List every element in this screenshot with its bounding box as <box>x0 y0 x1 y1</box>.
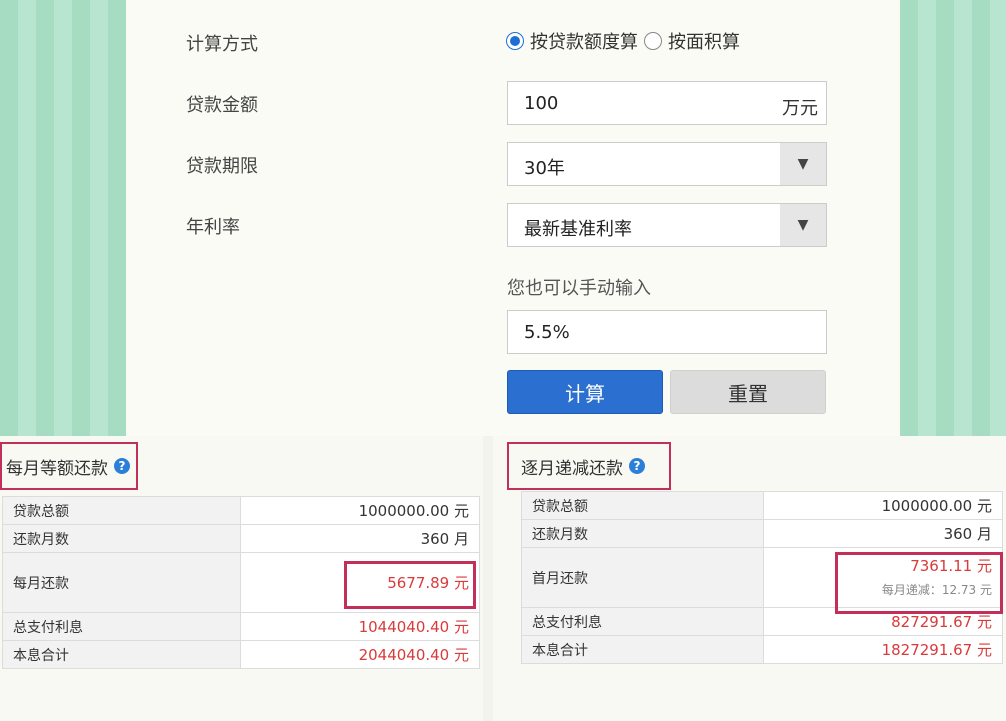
manual-input-hint: 您也可以手动输入 <box>507 278 651 299</box>
equal-payment-table: 贷款总额 1000000.00 元 还款月数 360 月 每月还款 5677.8… <box>2 496 480 669</box>
reset-button[interactable]: 重置 <box>670 370 826 414</box>
equal-payment-title-text: 每月等额还款 <box>6 458 108 479</box>
calc-method-radio-group: 按贷款额度算 按面积算 <box>506 28 746 54</box>
rate-value: 最新基准利率 <box>524 219 632 240</box>
decreasing-payment-title: 逐月递减还款 ? <box>507 442 671 490</box>
radio-label-by-amount: 按贷款额度算 <box>530 32 638 53</box>
radio-option-by-amount[interactable]: 按贷款额度算 <box>506 28 638 54</box>
row-value: 1000000.00 元 <box>240 496 480 525</box>
radio-checked-icon[interactable] <box>506 32 524 50</box>
calc-method-label: 计算方式 <box>186 34 258 55</box>
table-row: 还款月数 360 月 <box>521 519 1003 548</box>
decreasing-payment-title-text: 逐月递减还款 <box>521 458 623 479</box>
rate-label: 年利率 <box>186 217 240 238</box>
triangle-down-icon[interactable]: ▼ <box>780 204 826 246</box>
row-label: 每月还款 <box>2 552 241 613</box>
row-value: 360 月 <box>240 524 480 553</box>
table-row: 贷款总额 1000000.00 元 <box>521 491 1003 520</box>
row-label: 总支付利息 <box>521 607 764 636</box>
loan-term-label: 贷款期限 <box>186 156 258 177</box>
first-month-payment-value: 7361.11 元 <box>910 556 992 575</box>
row-label: 贷款总额 <box>521 491 764 520</box>
row-label: 本息合计 <box>521 635 764 664</box>
table-row: 首月还款 7361.11 元 每月递减：12.73 元 <box>521 547 1003 608</box>
row-value: 827291.67 元 <box>763 607 1003 636</box>
row-value: 360 月 <box>763 519 1003 548</box>
loan-term-value: 30年 <box>524 158 565 179</box>
loan-amount-unit: 万元 <box>782 98 818 119</box>
row-label: 总支付利息 <box>2 612 241 641</box>
table-row: 本息合计 2044040.40 元 <box>2 640 480 669</box>
table-row: 总支付利息 827291.67 元 <box>521 607 1003 636</box>
loan-amount-value: 100 <box>524 93 559 114</box>
radio-option-by-area[interactable]: 按面积算 <box>644 28 740 54</box>
table-row: 还款月数 360 月 <box>2 524 480 553</box>
row-label: 本息合计 <box>2 640 241 669</box>
row-value: 1000000.00 元 <box>763 491 1003 520</box>
decreasing-payment-table: 贷款总额 1000000.00 元 还款月数 360 月 首月还款 7361.1… <box>521 491 1003 664</box>
first-month-cell: 7361.11 元 每月递减：12.73 元 <box>763 547 1003 608</box>
radio-unchecked-icon[interactable] <box>644 32 662 50</box>
triangle-down-icon[interactable]: ▼ <box>780 143 826 185</box>
row-value: 1044040.40 元 <box>240 612 480 641</box>
manual-rate-input[interactable]: 5.5% <box>507 310 827 354</box>
monthly-payment-value: 5677.89 元 <box>240 552 480 613</box>
question-circle-icon[interactable]: ? <box>114 458 130 474</box>
row-label: 贷款总额 <box>2 496 241 525</box>
table-row: 贷款总额 1000000.00 元 <box>2 496 480 525</box>
table-row: 总支付利息 1044040.40 元 <box>2 612 480 641</box>
calculate-button[interactable]: 计算 <box>507 370 663 414</box>
equal-payment-title: 每月等额还款 ? <box>0 442 138 490</box>
manual-rate-value: 5.5% <box>524 322 570 343</box>
loan-term-select[interactable]: 30年 ▼ <box>507 142 827 186</box>
results-divider <box>483 436 493 721</box>
monthly-decrease-note: 每月递减：12.73 元 <box>881 582 992 597</box>
question-circle-icon[interactable]: ? <box>629 458 645 474</box>
results-area: 每月等额还款 ? 贷款总额 1000000.00 元 还款月数 360 月 每月… <box>0 436 1006 721</box>
row-value: 1827291.67 元 <box>763 635 1003 664</box>
table-row: 本息合计 1827291.67 元 <box>521 635 1003 664</box>
row-label: 还款月数 <box>521 519 764 548</box>
rate-select[interactable]: 最新基准利率 ▼ <box>507 203 827 247</box>
radio-label-by-area: 按面积算 <box>668 32 740 53</box>
loan-amount-label: 贷款金额 <box>186 95 258 116</box>
row-label: 首月还款 <box>521 547 764 608</box>
row-value: 2044040.40 元 <box>240 640 480 669</box>
table-row: 每月还款 5677.89 元 <box>2 552 480 613</box>
row-label: 还款月数 <box>2 524 241 553</box>
loan-amount-input[interactable]: 100 万元 <box>507 81 827 125</box>
